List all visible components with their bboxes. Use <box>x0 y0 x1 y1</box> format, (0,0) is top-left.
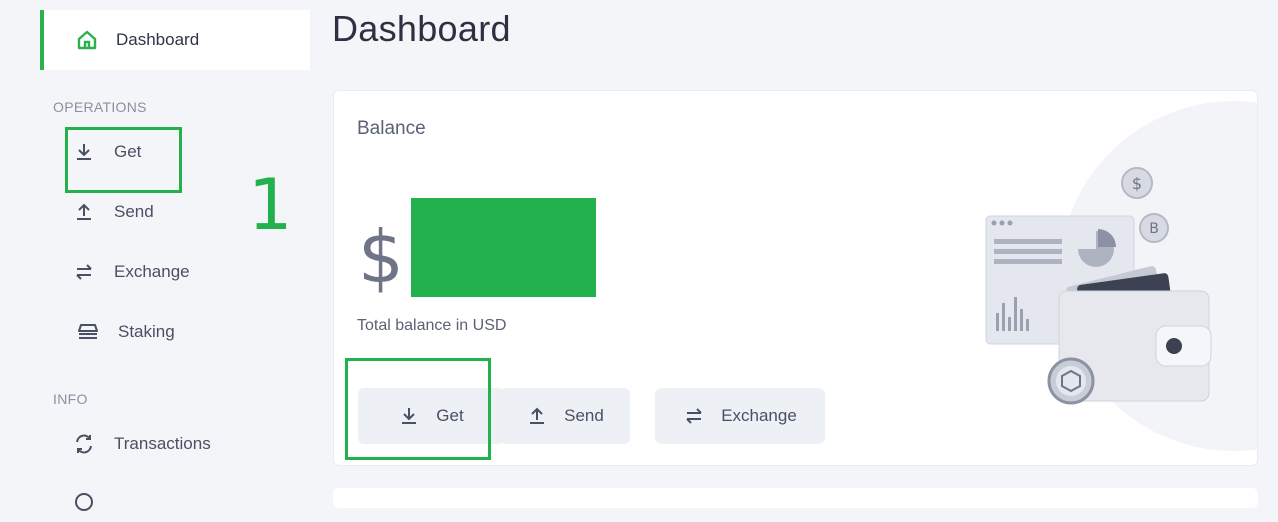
sidebar-item-partial[interactable] <box>72 482 114 522</box>
transactions-icon <box>72 432 96 456</box>
sidebar-item-get[interactable]: Get <box>72 132 141 172</box>
upload-icon <box>526 405 548 427</box>
section-title-operations: OPERATIONS <box>53 99 147 115</box>
sidebar-item-label: Staking <box>118 322 175 341</box>
sidebar-item-transactions[interactable]: Transactions <box>72 424 211 464</box>
secondary-card <box>333 488 1258 508</box>
balance-caption: Total balance in USD <box>357 317 507 334</box>
card-title: Balance <box>357 118 426 139</box>
svg-text:B: B <box>1149 221 1159 237</box>
step-number: 1 <box>248 164 293 246</box>
section-title-info: INFO <box>53 391 88 407</box>
sidebar: Dashboard OPERATIONS Get Send Exchange S… <box>0 0 320 511</box>
button-label: Send <box>564 406 604 425</box>
download-icon <box>72 140 96 164</box>
download-icon <box>398 405 420 427</box>
exchange-icon <box>683 405 705 427</box>
sidebar-item-dashboard[interactable]: Dashboard <box>40 10 310 70</box>
sidebar-item-exchange[interactable]: Exchange <box>72 252 190 292</box>
upload-icon <box>72 200 96 224</box>
exchange-button[interactable]: Exchange <box>655 388 825 444</box>
staking-icon <box>76 320 100 344</box>
redacted-balance-value <box>411 198 596 297</box>
page-title: Dashboard <box>332 8 511 49</box>
sidebar-item-staking[interactable]: Staking <box>76 312 175 352</box>
exchange-icon <box>72 260 96 284</box>
sidebar-item-send[interactable]: Send <box>72 192 154 232</box>
button-label: Get <box>436 406 464 425</box>
currency-symbol: $ <box>358 215 404 299</box>
circle-icon <box>72 490 96 514</box>
balance-card: Balance $ Total balance in USD Get Send … <box>333 90 1258 466</box>
svg-text:$: $ <box>1132 174 1142 193</box>
home-icon <box>76 29 98 51</box>
button-label: Exchange <box>721 406 797 425</box>
sidebar-item-label: Send <box>114 202 154 221</box>
send-button[interactable]: Send <box>500 388 630 444</box>
sidebar-item-label: Exchange <box>114 262 190 281</box>
sidebar-item-label: Transactions <box>114 434 211 453</box>
get-button[interactable]: Get <box>358 388 504 444</box>
sidebar-item-label: Dashboard <box>116 30 200 49</box>
wallet-illustration: $ B <box>985 101 1257 451</box>
sidebar-item-label: Get <box>114 142 142 161</box>
